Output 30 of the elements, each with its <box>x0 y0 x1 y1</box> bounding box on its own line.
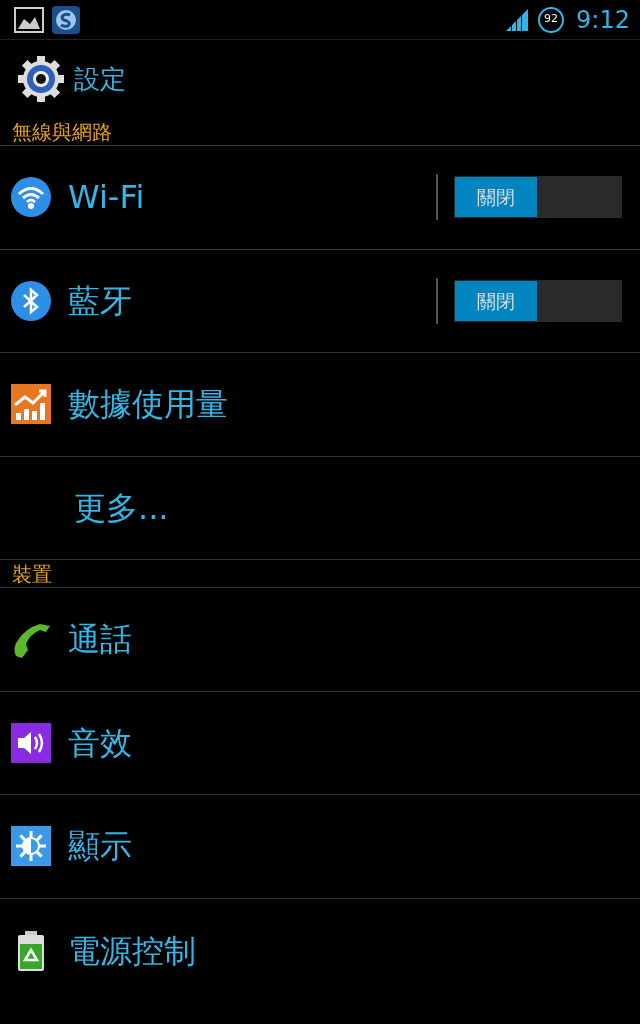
settings-row[interactable]: 數據使用量 <box>0 353 640 457</box>
row-label: 顯示 <box>68 826 132 868</box>
settings-row[interactable]: 顯示 <box>0 795 640 899</box>
chart-icon <box>10 383 52 426</box>
section-header: 無線與網路 <box>0 118 640 146</box>
settings-row[interactable]: 音效 <box>0 691 640 795</box>
row-label: 電源控制 <box>68 930 196 972</box>
signal-icon <box>506 8 531 31</box>
row-label: 更多... <box>74 487 169 529</box>
battery-level: 92 <box>538 6 565 33</box>
speaker-icon <box>10 721 52 764</box>
settings-row[interactable]: 更多... <box>0 456 640 560</box>
clock: 9:12 <box>576 4 630 36</box>
settings-row[interactable]: Wi-Fi 關閉 <box>0 146 640 250</box>
settings-row[interactable]: 電源控制 <box>0 898 640 1003</box>
screen-title: 設定 <box>74 62 126 96</box>
bluetooth-icon <box>10 279 52 322</box>
row-label: 數據使用量 <box>68 384 228 426</box>
row-label: Wi-Fi <box>68 177 145 219</box>
row-label: 通話 <box>68 619 132 661</box>
wifi-icon <box>10 176 52 219</box>
image-icon <box>14 6 44 33</box>
settings-row[interactable]: 通話 <box>0 588 640 692</box>
row-label: 音效 <box>68 722 132 764</box>
brightness-icon <box>10 825 52 868</box>
row-label: 藍牙 <box>68 280 132 322</box>
settings-row[interactable]: 藍牙 關閉 <box>0 249 640 353</box>
app-icon <box>52 5 80 34</box>
settings-icon <box>16 54 66 104</box>
section-header: 裝置 <box>0 560 640 588</box>
